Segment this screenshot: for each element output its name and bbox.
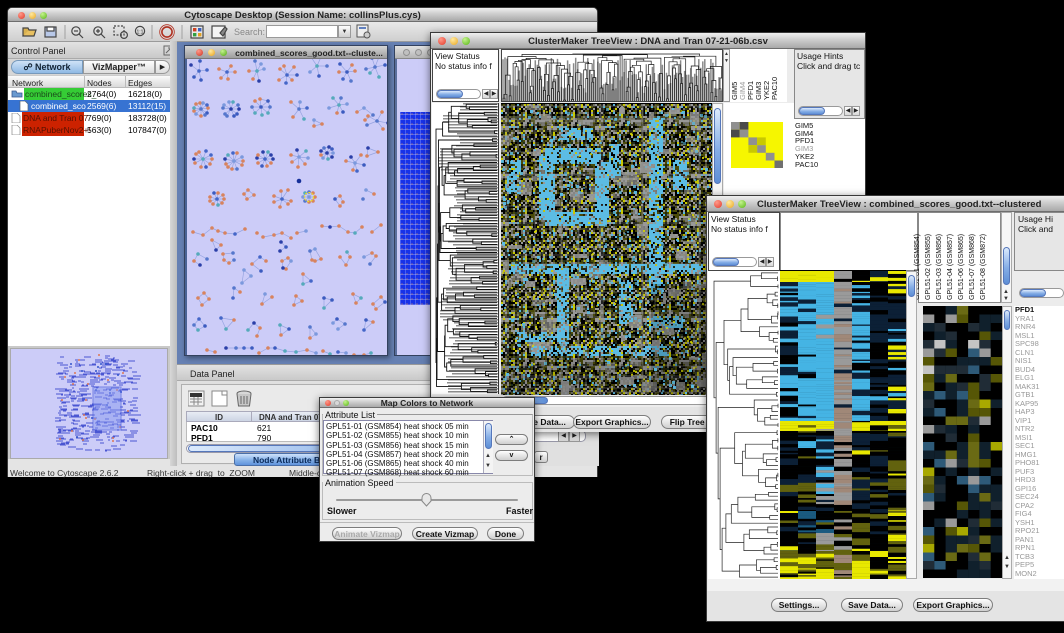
- svg-text:1:1: 1:1: [137, 30, 144, 36]
